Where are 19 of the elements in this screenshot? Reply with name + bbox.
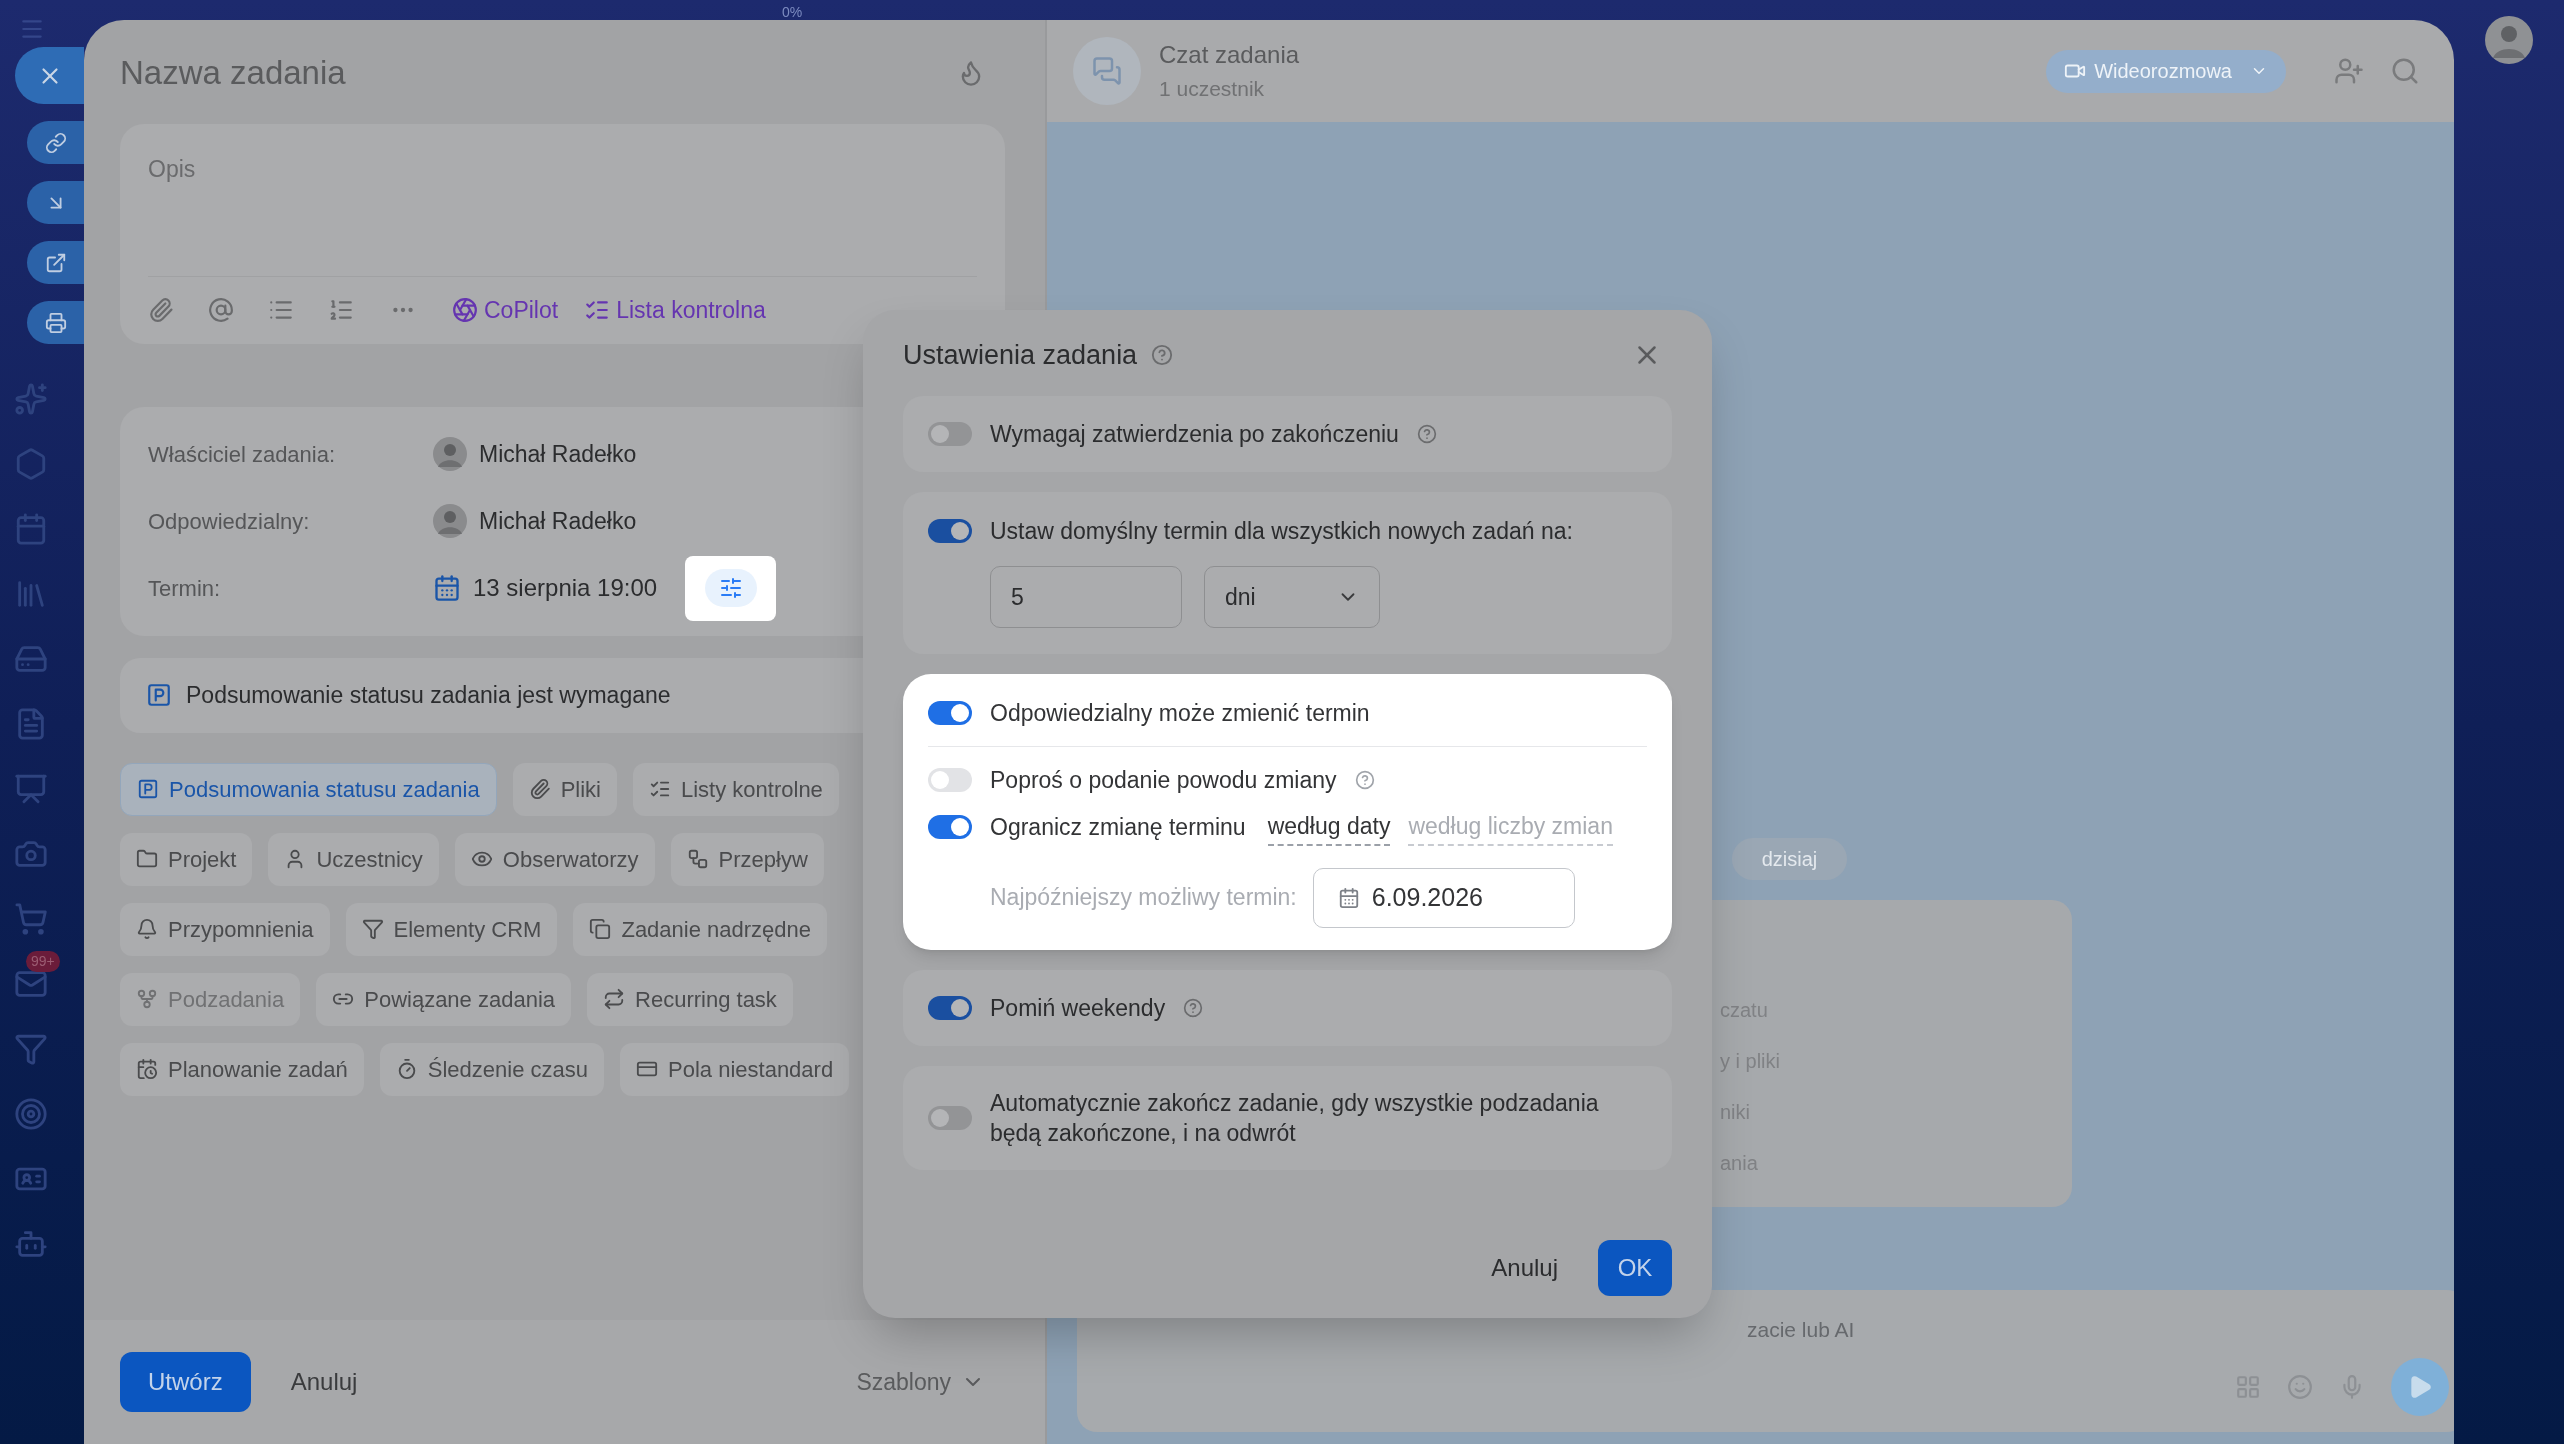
- setting-label: Odpowiedzialny może zmienić termin: [990, 699, 1370, 728]
- description-placeholder: Opis: [148, 154, 197, 184]
- summary-notice: Podsumowanie statusu zadania jest wymagane: [186, 680, 671, 710]
- setting-label: Ustaw domyślny termin dla wszystkich nowych zadań na:: [990, 517, 1573, 546]
- field-label: Termin:: [148, 574, 222, 603]
- date-pill: dzisiaj: [1732, 838, 1847, 880]
- setting-label: Wymagaj zatwierdzenia po zakończeniu: [990, 420, 1399, 449]
- notification-badge: 99+: [26, 951, 60, 972]
- progress-text: 0%: [782, 3, 803, 22]
- field-label: Właściciel zadania:: [148, 440, 337, 469]
- chat-title: Czat zadania: [1159, 40, 1300, 71]
- field-label: Odpowiedzialny:: [148, 507, 311, 536]
- setting-label: Poproś o podanie powodu zmiany: [990, 766, 1337, 795]
- input-placeholder: zacie lub AI: [1747, 1317, 1856, 1343]
- date-label: Najpóźniejszy możliwy termin:: [990, 883, 1297, 913]
- setting-label: Ogranicz zmianę terminu: [990, 813, 1246, 842]
- setting-label: Pomiń weekendy: [990, 993, 1166, 1023]
- setting-label: Automatycznie zakończ zadanie, gdy wszystkie podzadania będą zakończone, i na odwrót: [990, 1088, 1600, 1148]
- chat-subtitle: 1 uczestnik: [1159, 76, 1266, 103]
